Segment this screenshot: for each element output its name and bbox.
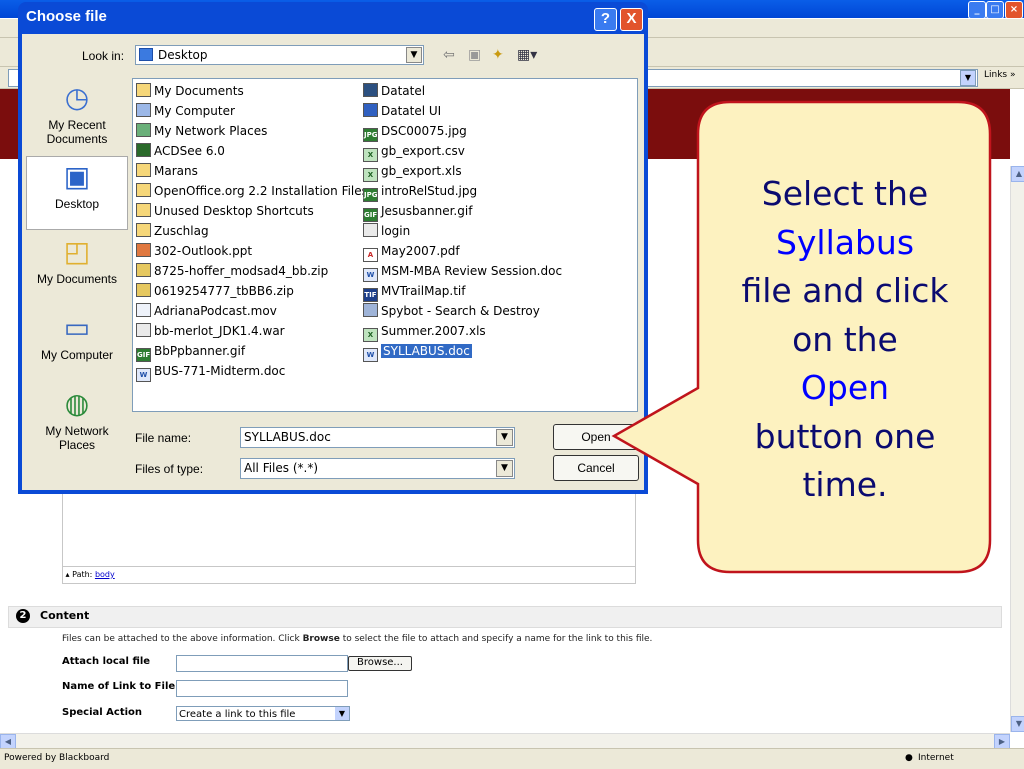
callout-line: file and click: [741, 271, 949, 310]
callout-line: on the: [792, 319, 898, 359]
callout-line: button one: [754, 416, 936, 456]
callout-line: Select the: [761, 174, 929, 213]
callout-line: time.: [802, 465, 888, 504]
callout-highlight: Syllabus: [775, 222, 915, 262]
callout-instruction: Select the Syllabus file and click on th…: [700, 170, 990, 510]
callout-highlight: Open: [800, 368, 890, 407]
